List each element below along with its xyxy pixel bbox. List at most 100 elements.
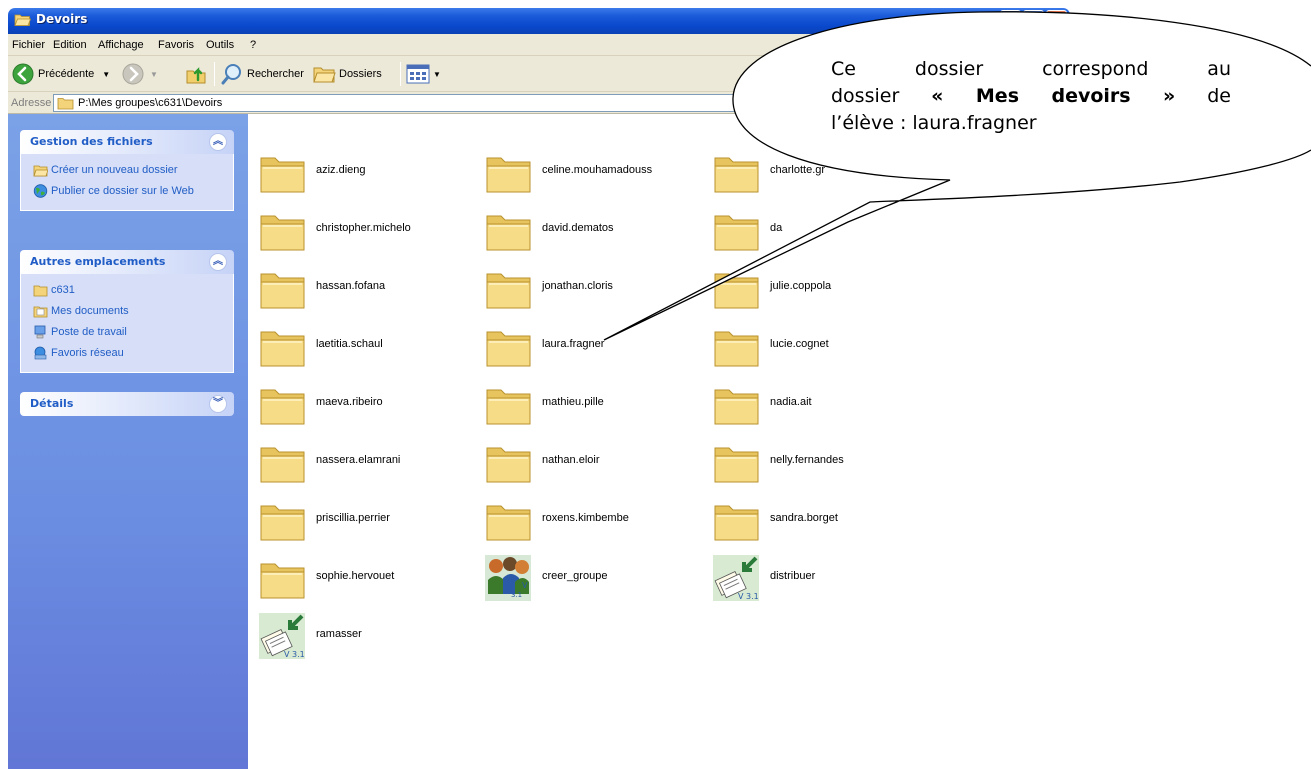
svg-text:V 3.1: V 3.1 — [738, 592, 759, 601]
folder-item[interactable]: sandra.borget — [712, 496, 932, 546]
forward-button[interactable]: ▼ — [122, 56, 158, 92]
search-button[interactable]: Rechercher — [220, 56, 304, 92]
folder-item[interactable]: da — [712, 206, 932, 256]
folder-item[interactable]: priscillia.perrier — [258, 496, 478, 546]
folder-icon — [712, 438, 762, 486]
folder-item[interactable]: aziz.dieng — [258, 148, 478, 198]
item-name: roxens.kimbembe — [542, 512, 629, 524]
place-my-computer[interactable]: Poste de travail — [21, 322, 233, 343]
menu-fichier[interactable]: Fichier — [12, 39, 45, 51]
callout-line-1: Ce dossier correspond au — [831, 58, 1231, 80]
back-label: Précédente — [38, 68, 95, 80]
folder-item[interactable]: nadia.ait — [712, 380, 932, 430]
folder-item[interactable]: laura.fragner — [484, 322, 704, 372]
menu-help[interactable]: ? — [250, 39, 256, 51]
callout-line-3: l’élève : laura.fragner — [831, 112, 1037, 134]
shortcut-item[interactable]: V 3.1 distribuer — [712, 554, 932, 604]
back-arrow-icon — [12, 63, 34, 85]
folder-item[interactable]: nelly.fernandes — [712, 438, 932, 488]
folder-icon — [484, 496, 534, 544]
toolbar-separator — [214, 62, 215, 86]
views-dropdown-icon[interactable]: ▼ — [433, 70, 441, 79]
folder-item[interactable]: charlotte.gr — [712, 148, 932, 198]
folder-item[interactable]: lucie.cognet — [712, 322, 932, 372]
folder-item[interactable]: christopher.michelo — [258, 206, 478, 256]
item-name: priscillia.perrier — [316, 512, 390, 524]
folder-icon — [258, 148, 308, 196]
folder-item[interactable]: julie.coppola — [712, 264, 932, 314]
menu-affichage[interactable]: Affichage — [98, 39, 144, 51]
place-network[interactable]: Favoris réseau — [21, 343, 233, 364]
folder-icon — [258, 322, 308, 370]
up-folder-button[interactable] — [184, 56, 208, 92]
folder-item[interactable]: roxens.kimbembe — [484, 496, 704, 546]
item-name: charlotte.gr — [770, 164, 826, 176]
place-network-label: Favoris réseau — [51, 347, 124, 359]
folder-item[interactable]: laetitia.schaul — [258, 322, 478, 372]
address-label: Adresse — [11, 97, 52, 109]
search-icon — [221, 64, 241, 85]
details-header[interactable]: Détails ︾ — [20, 392, 234, 416]
folder-item[interactable]: jonathan.cloris — [484, 264, 704, 314]
task-pane: Gestion des fichiers ︽ Créer un nouveau … — [8, 114, 248, 769]
folder-icon — [258, 206, 308, 254]
folder-icon — [712, 496, 762, 544]
network-icon — [34, 346, 47, 360]
folder-item[interactable]: david.dematos — [484, 206, 704, 256]
folder-icon — [484, 206, 534, 254]
back-dropdown-icon[interactable]: ▼ — [102, 70, 110, 79]
forward-dropdown-icon[interactable]: ▼ — [150, 70, 158, 79]
menu-outils[interactable]: Outils — [206, 39, 234, 51]
window-title: Devoirs — [36, 12, 88, 26]
shortcut-item[interactable]: 3.1 Vcreer_groupe — [484, 554, 704, 604]
file-tasks-header[interactable]: Gestion des fichiers ︽ — [20, 130, 234, 154]
new-folder-label: Créer un nouveau dossier — [51, 164, 178, 176]
address-value: P:\Mes groupes\c631\Devoirs — [78, 97, 223, 109]
minimize-button[interactable] — [1000, 10, 1021, 31]
file-tasks-panel: Gestion des fichiers ︽ Créer un nouveau … — [20, 130, 234, 211]
folder-icon — [258, 438, 308, 486]
views-button[interactable]: ▼ — [406, 56, 441, 92]
folder-icon — [712, 148, 762, 196]
folder-icon — [484, 438, 534, 486]
collapse-chevron-icon[interactable]: ︽ — [209, 253, 227, 271]
menu-favoris[interactable]: Favoris — [158, 39, 194, 51]
folder-item[interactable]: celine.mouhamadouss — [484, 148, 704, 198]
folder-item[interactable]: sophie.hervouet — [258, 554, 478, 604]
folder-item[interactable]: mathieu.pille — [484, 380, 704, 430]
menu-edition[interactable]: Edition — [53, 39, 87, 51]
folder-icon — [712, 322, 762, 370]
folder-icon — [258, 380, 308, 428]
folder-item[interactable]: maeva.ribeiro — [258, 380, 478, 430]
shortcut-item[interactable]: V 3.1 ramasser — [258, 612, 478, 662]
publish-web-link[interactable]: Publier ce dossier sur le Web — [21, 181, 233, 202]
item-name: nelly.fernandes — [770, 454, 844, 466]
item-name: julie.coppola — [770, 280, 832, 292]
folder-item[interactable]: hassan.fofana — [258, 264, 478, 314]
close-button[interactable] — [1046, 10, 1067, 31]
place-my-computer-label: Poste de travail — [51, 326, 127, 338]
place-c631-label: c631 — [51, 284, 75, 296]
item-name: aziz.dieng — [316, 164, 366, 176]
item-name: christopher.michelo — [316, 222, 411, 234]
item-name: creer_groupe — [542, 570, 608, 582]
folder-item[interactable]: nathan.eloir — [484, 438, 704, 488]
item-name: sophie.hervouet — [316, 570, 395, 582]
search-label: Rechercher — [247, 68, 304, 80]
svg-text:V 3.1: V 3.1 — [284, 650, 305, 659]
item-name: jonathan.cloris — [542, 280, 613, 292]
folders-button[interactable]: Dossiers — [312, 56, 382, 92]
folder-item[interactable]: nassera.elamrani — [258, 438, 478, 488]
up-folder-icon — [186, 67, 206, 84]
title-bar[interactable]: Devoirs — [8, 8, 1070, 34]
place-my-documents[interactable]: Mes documents — [21, 301, 233, 322]
place-c631[interactable]: c631 — [21, 280, 233, 301]
back-button[interactable]: Précédente ▼ — [12, 56, 110, 92]
item-name: da — [770, 222, 783, 234]
new-folder-link[interactable]: Créer un nouveau dossier — [21, 160, 233, 181]
expand-chevron-icon[interactable]: ︾ — [209, 395, 227, 413]
other-places-header[interactable]: Autres emplacements ︽ — [20, 250, 234, 274]
my-documents-icon — [33, 306, 48, 318]
maximize-button[interactable] — [1023, 10, 1044, 31]
collapse-chevron-icon[interactable]: ︽ — [209, 133, 227, 151]
